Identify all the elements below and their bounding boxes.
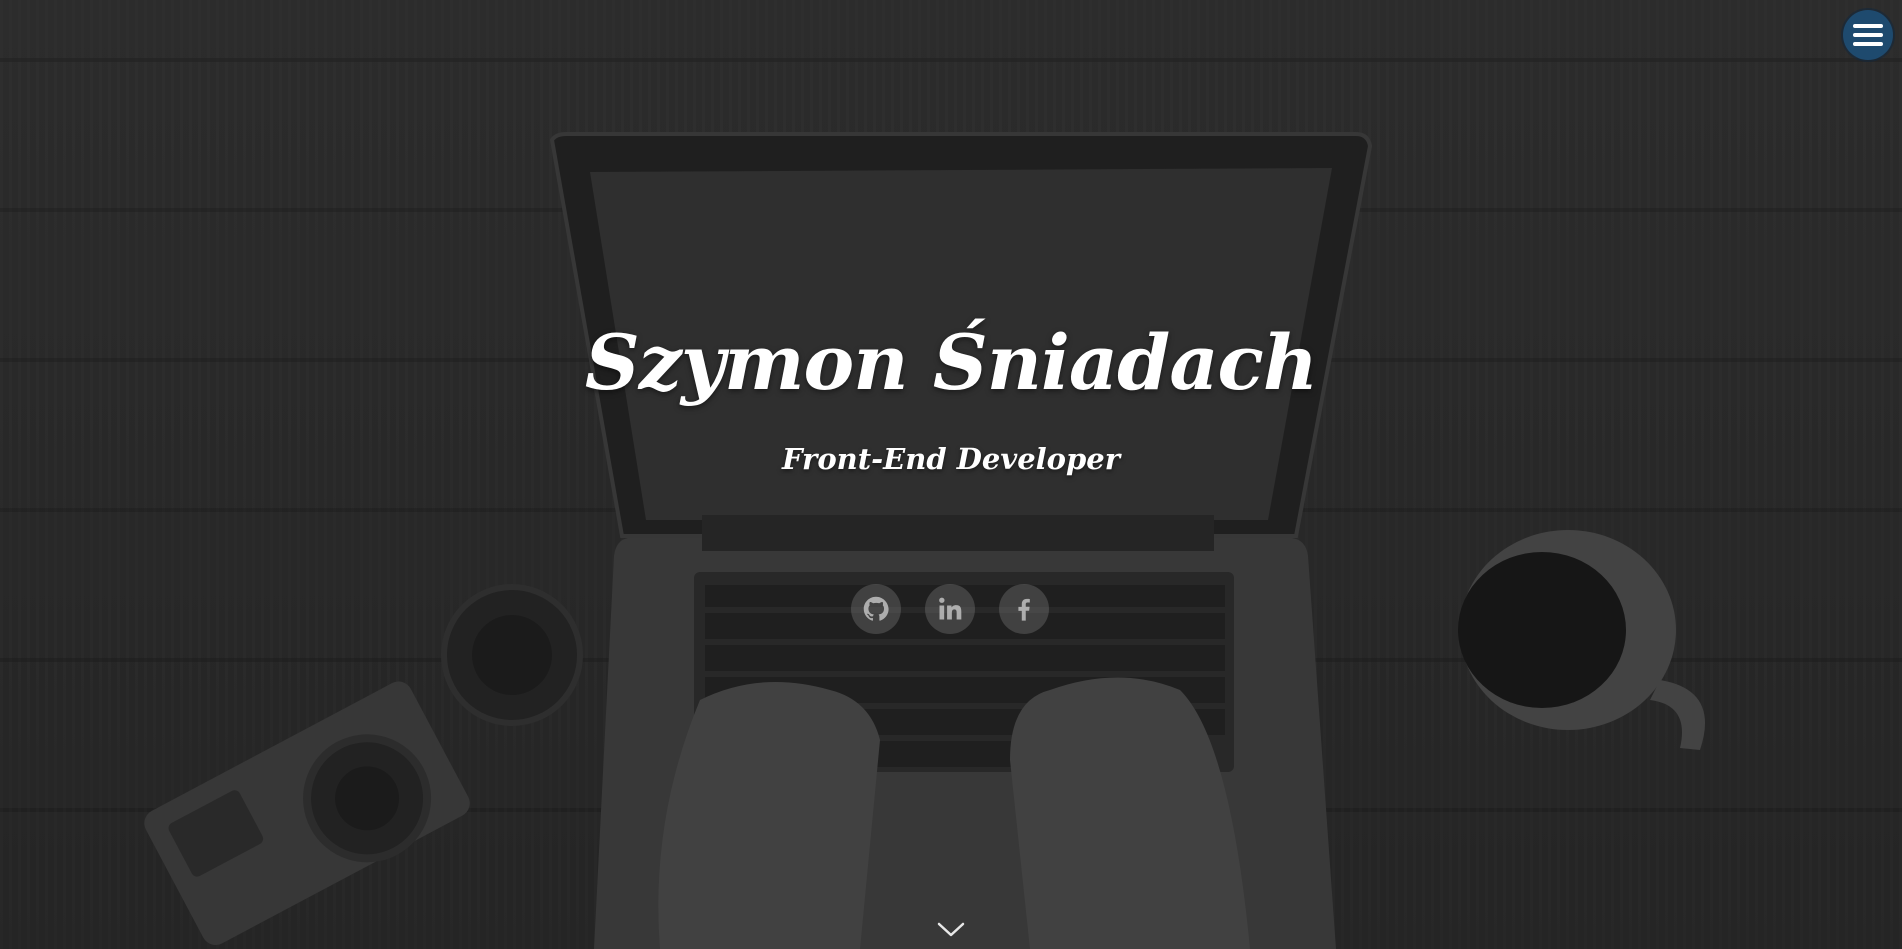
facebook-icon — [1018, 598, 1030, 621]
scroll-down-button[interactable] — [936, 918, 966, 940]
chevron-down-icon — [937, 922, 965, 937]
linkedin-link[interactable] — [925, 584, 975, 634]
facebook-link[interactable] — [999, 584, 1049, 634]
hamburger-menu-icon — [1853, 24, 1883, 46]
page-subtitle: Front-End Developer — [781, 442, 1121, 476]
social-links — [851, 584, 1049, 634]
page-title: Szymon Śniadach — [584, 318, 1318, 407]
github-link[interactable] — [851, 584, 901, 634]
linkedin-icon — [939, 597, 962, 620]
menu-button[interactable] — [1843, 10, 1893, 60]
github-icon — [863, 596, 889, 621]
